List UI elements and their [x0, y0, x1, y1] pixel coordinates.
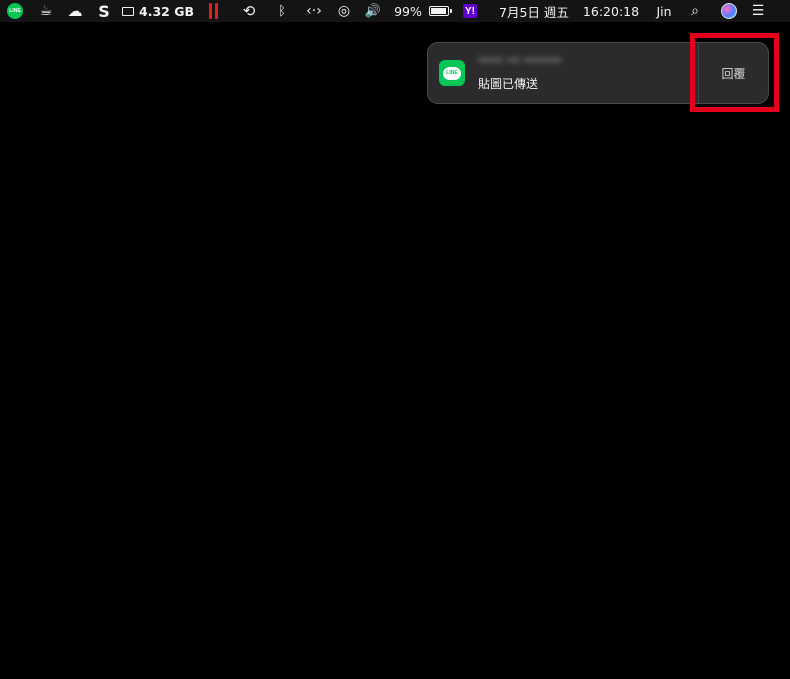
time-machine-icon[interactable]: ⟲	[238, 0, 260, 22]
battery-icon[interactable]	[423, 0, 452, 22]
clock-label[interactable]: 16:20:18	[580, 0, 642, 22]
siri-icon[interactable]	[720, 0, 738, 22]
battery-percent[interactable]: 99%	[394, 0, 422, 22]
menu-bar: LINE ☕ ☁ S 4.32 GB ⟲ ᛒ ‹·› ◎ 🔊 99% Y! 7月…	[0, 0, 790, 22]
scrivener-icon[interactable]: S	[96, 0, 112, 22]
notification-message: 貼圖已傳送	[478, 77, 539, 91]
line-app-icon-label: LINE	[443, 66, 461, 80]
reply-highlight-annotation	[690, 33, 779, 112]
memory-monitor[interactable]: 4.32 GB	[122, 0, 194, 22]
spotlight-search-icon[interactable]: ⌕	[686, 0, 704, 22]
cloud-upload-icon[interactable]: ☁	[64, 0, 86, 22]
volume-icon[interactable]: 🔊	[362, 0, 384, 22]
notification-sender: **** ** ******	[478, 55, 562, 69]
yahoo-icon[interactable]: Y!	[462, 0, 478, 22]
memory-chip-icon	[122, 6, 135, 16]
bluetooth-icon[interactable]: ᛒ	[274, 0, 290, 22]
memory-value: 4.32 GB	[139, 3, 194, 19]
date-label[interactable]: 7月5日 週五	[494, 0, 574, 22]
wifi-icon[interactable]: ◎	[334, 0, 354, 22]
line-menu-icon[interactable]: LINE	[6, 0, 24, 22]
coffee-icon[interactable]: ☕	[36, 0, 56, 22]
user-name[interactable]: Jin	[652, 0, 676, 22]
notification-center-icon[interactable]: ☰	[748, 0, 768, 22]
code-icon[interactable]: ‹·›	[300, 0, 328, 22]
pause-icon[interactable]	[206, 0, 220, 22]
line-app-icon: LINE	[439, 60, 465, 86]
